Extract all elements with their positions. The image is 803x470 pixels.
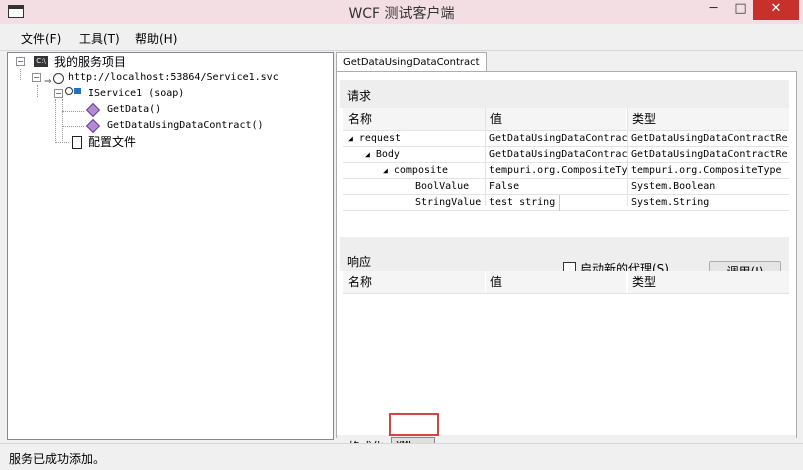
- tab-operation[interactable]: GetDataUsingDataContract: [336, 52, 487, 72]
- tree-item-contract[interactable]: − IService1 (soap): [52, 86, 312, 102]
- grid-divider: [627, 108, 628, 206]
- status-text: 服务已成功添加。: [9, 452, 106, 466]
- row-type: tempuri.org.CompositeType: [631, 165, 782, 176]
- document-icon: [72, 136, 82, 149]
- tree-item-root[interactable]: − C:\ 我的服务项目: [14, 54, 314, 70]
- request-grid: 名称 值 类型 ◢ request GetDataUsingDataContra…: [343, 108, 789, 211]
- row-type: System.String: [631, 197, 710, 208]
- minimize-button[interactable]: ─: [700, 0, 727, 20]
- row-type: GetDataUsingDataContractRe: [631, 149, 788, 160]
- row-type: System.Boolean: [631, 181, 716, 192]
- annotation-highlight-box: [389, 413, 439, 436]
- response-grid: 名称 值 类型: [343, 271, 789, 421]
- interface-icon: [74, 88, 81, 94]
- service-tree: − C:\ 我的服务项目 − ⇒ http://localhost:53864/…: [7, 52, 334, 440]
- collapse-icon[interactable]: −: [32, 73, 41, 82]
- tree-connector: [62, 111, 84, 112]
- status-bar: 服务已成功添加。: [0, 443, 803, 470]
- console-app-icon: C:\: [34, 56, 48, 67]
- tree-connector: [20, 69, 21, 80]
- method-cube-icon: [85, 102, 101, 118]
- column-header-name[interactable]: 名称: [343, 108, 485, 130]
- request-heading: 请求: [347, 89, 372, 103]
- globe-icon: [53, 73, 64, 84]
- row-name: StringValue: [415, 197, 482, 208]
- tree-endpoint-label: http://localhost:53864/Service1.svc: [68, 72, 279, 83]
- tab-body: 请求 名称 值 类型 ◢ request GetDataUsingDataCon…: [336, 71, 797, 457]
- tree-contract-label: IService1 (soap): [88, 88, 185, 99]
- grid-divider: [485, 108, 486, 206]
- response-heading: 响应: [347, 255, 372, 269]
- tree-item-operation[interactable]: GetDataUsingDataContract(): [85, 118, 318, 134]
- method-cube-icon: [85, 118, 101, 134]
- maximize-button[interactable]: □: [727, 0, 754, 20]
- expand-triangle-icon[interactable]: ◢: [383, 166, 388, 175]
- interface-icon: [65, 87, 73, 95]
- column-header-name[interactable]: 名称: [343, 271, 485, 293]
- row-value[interactable]: GetDataUsingDataContract: [489, 147, 627, 163]
- link-arrow-icon: ⇒: [44, 77, 52, 87]
- row-value[interactable]: False: [489, 179, 627, 195]
- title-bar: WCF 测试客户端 ─ □ ✕: [0, 0, 803, 24]
- expand-triangle-icon[interactable]: ◢: [365, 150, 370, 159]
- close-button[interactable]: ✕: [753, 0, 799, 20]
- table-row[interactable]: ◢ Body: [365, 147, 485, 163]
- window-title: WCF 测试客户端: [348, 6, 455, 22]
- menu-tools[interactable]: 工具(T): [79, 30, 120, 47]
- row-type: GetDataUsingDataContractRe: [631, 133, 788, 144]
- table-row[interactable]: ◢ request: [348, 131, 485, 147]
- tree-item-config[interactable]: 配置文件: [70, 134, 270, 150]
- request-section: 请求: [340, 80, 789, 108]
- collapse-icon[interactable]: −: [54, 89, 63, 98]
- row-name: Body: [375, 149, 400, 160]
- tree-op1-label: GetData(): [107, 104, 162, 115]
- column-header-type[interactable]: 类型: [628, 271, 789, 293]
- column-header-value[interactable]: 值: [486, 271, 626, 293]
- row-value[interactable]: tempuri.org.CompositeTyp: [489, 163, 627, 179]
- menu-help[interactable]: 帮助(H): [135, 30, 177, 47]
- table-row[interactable]: ◢ composite: [383, 163, 485, 179]
- tree-item-endpoint[interactable]: − ⇒ http://localhost:53864/Service1.svc: [30, 70, 330, 87]
- tree-connector: [62, 126, 84, 127]
- expand-triangle-icon[interactable]: ◢: [348, 134, 353, 143]
- row-value[interactable]: GetDataUsingDataContract: [489, 131, 627, 147]
- tree-config-label: 配置文件: [88, 135, 137, 149]
- collapse-icon[interactable]: −: [16, 57, 25, 66]
- tree-connector: [62, 99, 63, 141]
- column-header-type[interactable]: 类型: [628, 108, 789, 130]
- tree-op2-label: GetDataUsingDataContract(): [107, 120, 264, 131]
- tree-connector: [55, 142, 69, 143]
- tree-connector: [37, 85, 38, 97]
- row-name: composite: [393, 165, 449, 176]
- tree-item-operation[interactable]: GetData(): [85, 102, 288, 118]
- tree-root-label: 我的服务项目: [54, 55, 127, 69]
- row-value-editor[interactable]: test string: [489, 195, 560, 211]
- grid-divider: [343, 293, 789, 294]
- menu-bar: 文件(F) 工具(T) 帮助(H): [0, 24, 803, 51]
- operation-pane: GetDataUsingDataContract 请求 名称 值 类型 ◢ re…: [336, 52, 797, 457]
- row-name: request: [358, 133, 402, 144]
- row-name: BoolValue: [415, 181, 470, 192]
- tree-connector: [55, 99, 56, 143]
- menu-file[interactable]: 文件(F): [21, 30, 61, 47]
- column-header-value[interactable]: 值: [486, 108, 626, 130]
